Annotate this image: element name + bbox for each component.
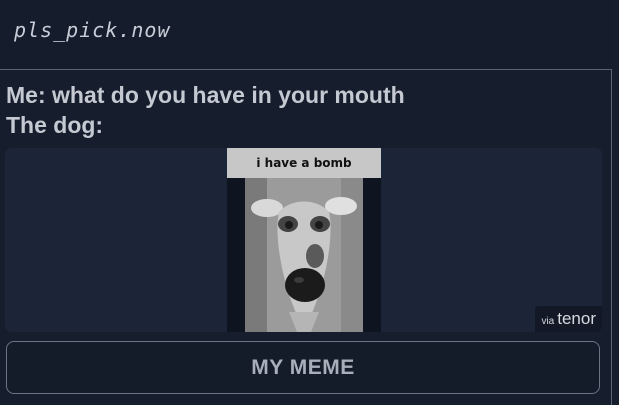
meme-card: pls_pick.now Me: what do you have in you… [0,0,619,405]
post-caption: Me: what do you have in your mouth The d… [6,80,405,140]
tenor-logo: tenor [557,309,596,328]
my-meme-button[interactable]: MY MEME [6,341,600,394]
card-header: pls_pick.now [0,0,612,70]
tenor-via-label: via [541,316,555,327]
gif-image[interactable]: i have a bomb [227,148,381,332]
caption-line-1: Me: what do you have in your mouth [6,82,405,108]
dog-illustration [245,178,363,332]
tenor-attribution[interactable]: via tenor [535,306,602,332]
gif-banner-text: i have a bomb [227,148,381,178]
dog-photo [245,178,363,332]
gif-panel[interactable]: i have a bomb via tenor [5,148,602,332]
caption-line-2: The dog: [6,112,104,138]
username[interactable]: pls_pick.now [14,18,171,42]
